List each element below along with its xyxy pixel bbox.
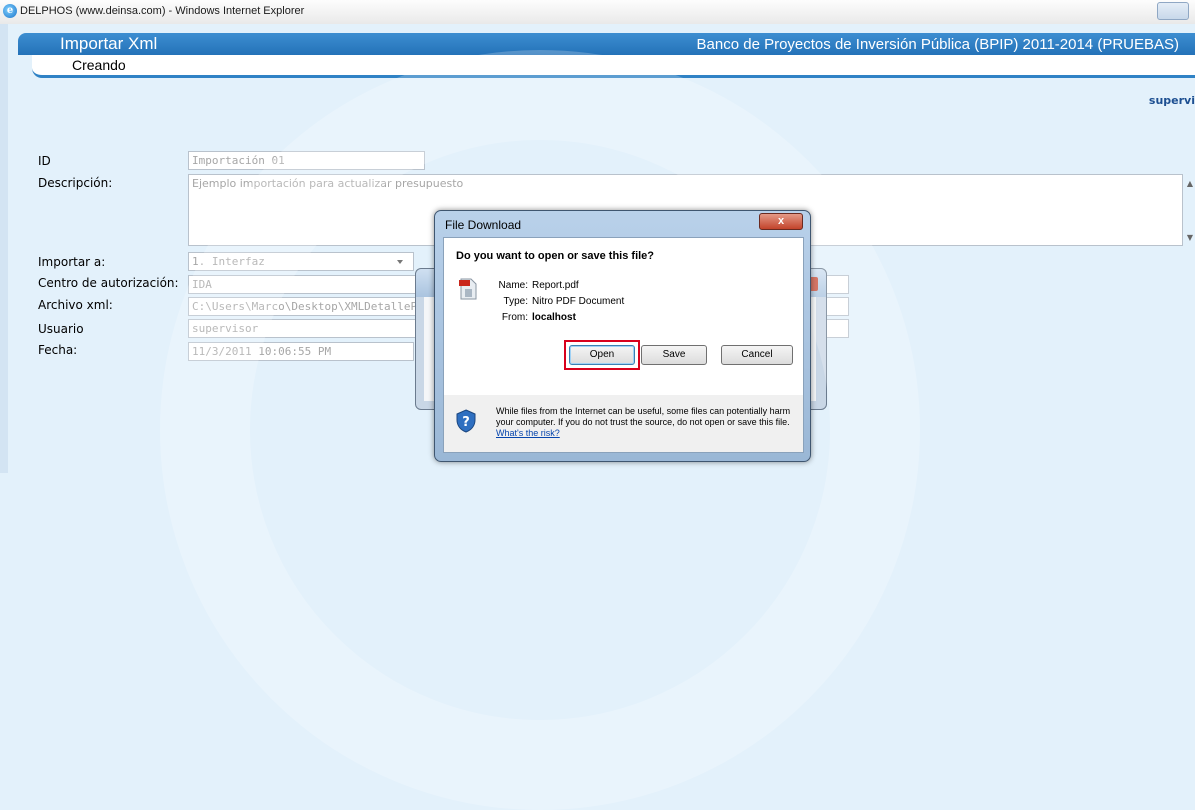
warning-message: While files from the Internet can be use…	[496, 406, 791, 439]
risk-link[interactable]: What's the risk?	[496, 428, 560, 438]
save-button[interactable]: Save	[641, 345, 707, 365]
scroll-up-icon[interactable]: ▲	[1187, 179, 1193, 188]
importar-label: Importar a:	[38, 255, 106, 269]
window-control-button[interactable]	[1157, 2, 1189, 20]
file-download-dialog: File Download x Do you want to open or s…	[434, 210, 811, 462]
dialog-body: Do you want to open or save this file? N…	[443, 237, 804, 396]
mode-label: Creando	[72, 57, 126, 73]
fecha-field[interactable]: 11/3/2011 10:06:55 PM	[188, 342, 414, 361]
ie-icon: e	[3, 4, 17, 18]
cancel-button[interactable]: Cancel	[721, 345, 793, 365]
pdf-file-icon	[459, 278, 477, 300]
open-button[interactable]: Open	[569, 345, 635, 365]
warning-text: While files from the Internet can be use…	[496, 406, 791, 427]
centro-label: Centro de autorización:	[38, 276, 179, 290]
dropdown-arrow-icon	[397, 260, 403, 264]
id-label: ID	[38, 154, 51, 168]
file-from-key: From:	[501, 312, 528, 323]
importar-value: 1. Interfaz	[192, 255, 265, 268]
archivo-label: Archivo xml:	[38, 298, 113, 312]
scroll-down-icon[interactable]: ▼	[1187, 233, 1193, 242]
archivo-field[interactable]: C:\Users\Marco\Desktop\XMLDetallePresupu	[188, 297, 418, 316]
centro-field[interactable]: IDA	[188, 275, 418, 294]
file-type-value: Nitro PDF Document	[532, 296, 625, 307]
file-from-value: localhost	[532, 312, 576, 323]
dialog-close-button[interactable]: x	[759, 213, 803, 230]
descripcion-label: Descripción:	[38, 176, 113, 190]
bank-title: Banco de Proyectos de Inversión Pública …	[696, 36, 1179, 53]
file-name-value: Report.pdf	[532, 280, 579, 291]
window-title: DELPHOS (www.deinsa.com) - Windows Inter…	[20, 5, 305, 17]
user-link[interactable]: supervi	[1149, 94, 1195, 107]
browser-titlebar: e DELPHOS (www.deinsa.com) - Windows Int…	[0, 0, 1195, 25]
usuario-field[interactable]: supervisor	[188, 319, 418, 338]
mode-bar: Creando	[32, 55, 1195, 78]
dialog-question: Do you want to open or save this file?	[456, 250, 655, 262]
app-header: Importar Xml Banco de Proyectos de Inver…	[18, 33, 1195, 55]
descripcion-text: Ejemplo importación para actualizar pres…	[192, 177, 464, 190]
dialog-title: File Download	[445, 218, 522, 232]
importar-select[interactable]: 1. Interfaz	[188, 252, 414, 271]
page-title: Importar Xml	[60, 34, 158, 53]
file-name-row: Name: Report.pdf	[484, 280, 579, 291]
file-from-row: From: localhost	[484, 312, 576, 323]
file-type-key: Type:	[503, 296, 528, 307]
usuario-label: Usuario	[38, 322, 84, 336]
file-type-row: Type: Nitro PDF Document	[484, 296, 625, 307]
dialog-footer: ? While files from the Internet can be u…	[443, 395, 804, 453]
shield-warning-icon: ?	[456, 409, 476, 433]
file-name-key: Name:	[498, 280, 528, 291]
id-field[interactable]: Importación 01	[188, 151, 425, 170]
svg-text:?: ?	[462, 415, 470, 430]
fecha-label: Fecha:	[38, 343, 78, 357]
